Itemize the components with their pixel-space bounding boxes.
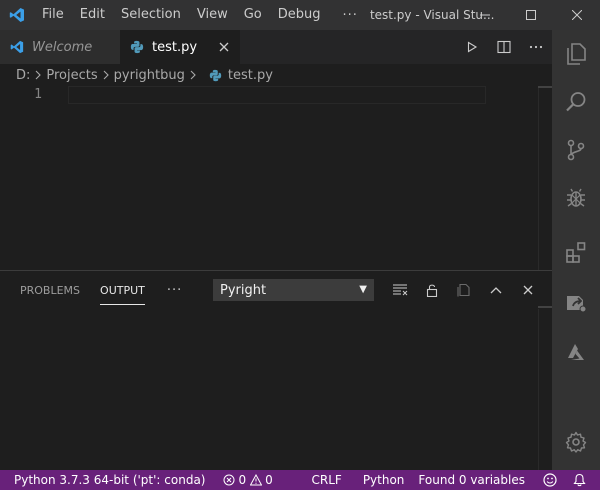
run-file-button[interactable] [456, 30, 488, 64]
chevron-right-icon [190, 70, 196, 80]
line-number: 1 [34, 87, 42, 102]
chevron-up-icon [490, 287, 502, 294]
close-icon [572, 10, 582, 20]
split-editor-icon [497, 40, 511, 54]
close-icon [523, 285, 533, 295]
line-ending-status[interactable]: CRLF [305, 470, 356, 490]
debug-button[interactable] [552, 174, 600, 222]
breadcrumb-file[interactable]: test.py [228, 68, 273, 83]
menu-edit[interactable]: Edit [72, 0, 113, 30]
open-log-icon [457, 283, 470, 297]
azure-button[interactable] [552, 328, 600, 376]
menu-bar: File Edit Selection View Go Debug ··· [34, 0, 370, 30]
tab-output[interactable]: OUTPUT [90, 271, 155, 309]
azure-icon [568, 344, 584, 360]
close-window-button[interactable] [554, 0, 600, 30]
source-control-icon [567, 139, 585, 161]
clear-output-button[interactable] [384, 279, 416, 301]
extensions-button[interactable] [552, 228, 600, 276]
problems-status[interactable]: 0 0 [216, 470, 279, 490]
debug-icon [567, 188, 585, 207]
search-icon [566, 92, 586, 112]
chevron-right-icon [35, 70, 42, 80]
remote-explorer-icon [567, 296, 587, 313]
vscode-logo-icon [10, 40, 24, 54]
tab-test-py[interactable]: test.py [120, 30, 240, 64]
close-icon [219, 42, 229, 52]
status-bar: Python 3.7.3 64-bit ('pt': conda) 0 0 CR… [0, 470, 600, 490]
current-line-highlight[interactable] [68, 86, 486, 104]
explorer-icon [567, 43, 586, 65]
breadcrumb-projects[interactable]: Projects [46, 68, 97, 83]
search-button[interactable] [552, 78, 600, 126]
error-icon [223, 474, 235, 486]
menu-selection[interactable]: Selection [113, 0, 189, 30]
python-icon [130, 40, 144, 54]
code-editor[interactable]: 1 [0, 86, 552, 270]
panel-overview-marker [538, 306, 552, 308]
language-mode-status[interactable]: Python [356, 470, 412, 490]
menu-more-button[interactable]: ··· [329, 8, 370, 23]
maximize-panel-button[interactable] [480, 279, 512, 301]
breadcrumb: D: Projects pyrightbug test.py [0, 64, 552, 86]
warning-count: 0 [265, 473, 273, 487]
menu-go[interactable]: Go [236, 0, 270, 30]
maximize-button[interactable] [508, 0, 554, 30]
clear-output-icon [393, 284, 408, 296]
close-tab-button[interactable] [216, 39, 232, 55]
variables-status[interactable]: Found 0 variables [411, 470, 535, 490]
minimize-icon [480, 14, 490, 16]
minimize-button[interactable] [462, 0, 508, 30]
play-icon [467, 41, 478, 53]
bottom-panel: PROBLEMS OUTPUT ··· Pyright ▼ [0, 270, 552, 471]
warning-icon [250, 474, 263, 486]
panel-more-button[interactable]: ··· [155, 283, 194, 298]
vscode-logo-icon [0, 0, 34, 30]
breadcrumb-pyrightbug[interactable]: pyrightbug [114, 68, 185, 83]
more-icon [529, 45, 543, 49]
tab-label: test.py [152, 39, 198, 55]
maximize-icon [526, 10, 536, 20]
tab-problems[interactable]: PROBLEMS [0, 271, 90, 309]
more-actions-button[interactable] [520, 30, 552, 64]
activity-bar [552, 30, 600, 470]
window-controls [462, 0, 600, 30]
smiley-icon [543, 473, 557, 487]
source-control-button[interactable] [552, 126, 600, 174]
chevron-right-icon [103, 70, 109, 80]
notifications-button[interactable] [565, 470, 600, 490]
extensions-icon [566, 242, 586, 263]
python-interpreter-status[interactable]: Python 3.7.3 64-bit ('pt': conda) [0, 470, 212, 490]
settings-gear-icon [565, 431, 587, 453]
output-channel-value: Pyright [220, 282, 267, 298]
explorer-button[interactable] [552, 30, 600, 78]
menu-debug[interactable]: Debug [270, 0, 329, 30]
feedback-button[interactable] [535, 470, 565, 490]
python-icon [209, 69, 222, 82]
scroll-lock-button[interactable] [416, 279, 448, 301]
tab-welcome[interactable]: Welcome [0, 30, 120, 64]
manage-button[interactable] [552, 418, 600, 466]
editor-scrollbar[interactable] [538, 86, 552, 270]
split-editor-button[interactable] [488, 30, 520, 64]
open-log-button[interactable] [448, 279, 480, 301]
bell-icon [573, 473, 586, 487]
panel-scrollbar[interactable] [538, 309, 552, 471]
tab-label: Welcome [32, 39, 93, 55]
error-count: 0 [238, 473, 247, 487]
breadcrumb-drive[interactable]: D: [16, 68, 30, 83]
chevron-down-icon: ▼ [359, 284, 367, 295]
overview-ruler-marker [538, 86, 552, 88]
output-channel-select[interactable]: Pyright ▼ [213, 279, 374, 301]
editor-actions [456, 30, 552, 64]
editor-tabs: Welcome test.py [0, 30, 552, 64]
close-panel-button[interactable] [512, 279, 544, 301]
menu-file[interactable]: File [34, 0, 72, 30]
title-bar: File Edit Selection View Go Debug ··· te… [0, 0, 600, 30]
unlock-icon [426, 284, 438, 297]
remote-explorer-button[interactable] [552, 278, 600, 326]
panel-actions [384, 279, 544, 301]
menu-view[interactable]: View [189, 0, 236, 30]
